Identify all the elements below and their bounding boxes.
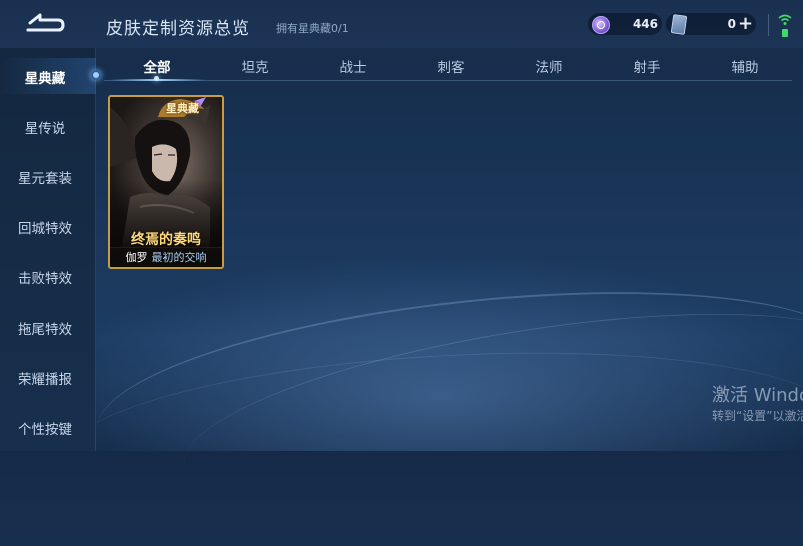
divider (768, 14, 769, 36)
tab-marksman[interactable]: 射手 (607, 56, 687, 76)
back-button[interactable] (22, 11, 68, 35)
skin-card[interactable]: 星典藏 终焉的奏鸣 伽罗 最初的交响 (108, 95, 224, 269)
active-tab-dot (154, 76, 159, 81)
hero-name: 伽罗 (125, 251, 148, 264)
tab-assassin[interactable]: 刺客 (411, 56, 491, 76)
sidebar-divider (95, 48, 96, 451)
owned-count: 拥有星典藏0/1 (276, 22, 349, 35)
skin-name: 终焉的奏鸣 (131, 232, 201, 248)
hero-info-row: 伽罗 最初的交响 (110, 248, 222, 267)
windows-activation-watermark: 激活 Windows 转到“设置”以激活 Windows。 (700, 370, 803, 430)
skin-series: 最初的交响 (151, 251, 207, 264)
star-coin-icon (592, 16, 610, 34)
tab-all[interactable]: 全部 (117, 56, 197, 76)
ticket-amount: 0 (727, 17, 736, 31)
watermark-line2: 转到“设置”以激活 Windows。 (712, 409, 803, 423)
tab-mage[interactable]: 法师 (509, 56, 589, 76)
add-currency-button[interactable]: + (738, 13, 753, 34)
back-arrow-icon (26, 13, 65, 32)
sidebar-item-kill-effect[interactable]: 击败特效 (0, 267, 90, 287)
star-coin-amount: 446 (632, 17, 658, 31)
sidebar (0, 48, 96, 451)
active-indicator-dot (91, 70, 101, 80)
skin-artwork (110, 97, 222, 247)
tab-tank[interactable]: 坦克 (215, 56, 295, 76)
sidebar-item-star-set[interactable]: 星元套装 (0, 167, 90, 187)
sidebar-item-star-legend[interactable]: 星传说 (0, 117, 90, 137)
wifi-icon (778, 14, 792, 25)
page-title: 皮肤定制资源总览 (106, 19, 250, 39)
watermark-line1: 激活 Windows (712, 385, 803, 406)
sidebar-item-star-collection[interactable]: 星典藏 (0, 67, 90, 87)
sidebar-item-recall-effect[interactable]: 回城特效 (0, 217, 90, 237)
badge-label: 星典藏 (166, 102, 199, 115)
tab-support[interactable]: 辅助 (705, 56, 785, 76)
sidebar-item-trail-effect[interactable]: 拖尾特效 (0, 318, 90, 338)
ticket-icon (670, 14, 688, 35)
sidebar-item-custom-buttons[interactable]: 个性按键 (0, 418, 90, 438)
tab-warrior[interactable]: 战士 (313, 56, 393, 76)
battery-icon (782, 29, 788, 37)
background-wave (56, 334, 803, 546)
sidebar-item-glory-broadcast[interactable]: 荣耀播报 (0, 368, 90, 388)
tabs-divider (104, 80, 792, 81)
